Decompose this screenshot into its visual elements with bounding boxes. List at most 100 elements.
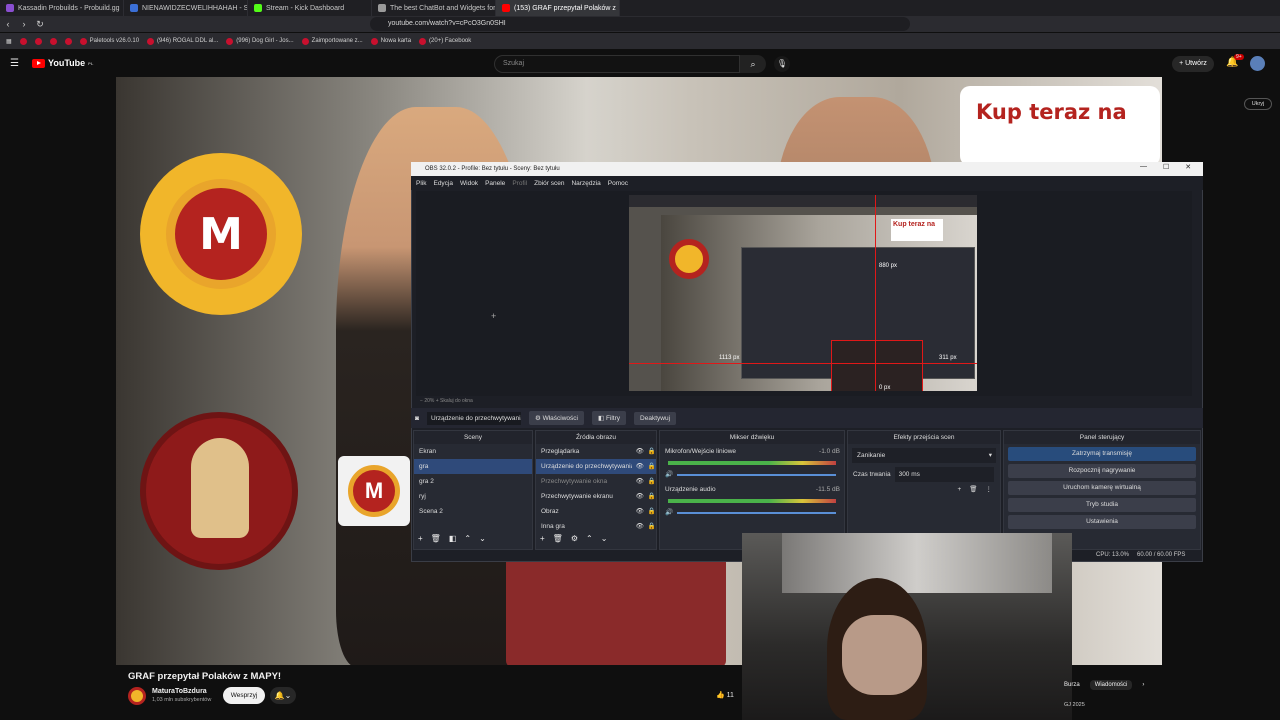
obs-menu-item[interactable]: Profil	[512, 180, 527, 187]
control-button[interactable]: Rozpocznij nagrywanie	[1008, 464, 1196, 478]
support-button[interactable]: Wesprzyj	[223, 687, 265, 704]
hide-button[interactable]: Ukryj	[1244, 98, 1272, 110]
lock-icon[interactable]: 🔒	[648, 489, 656, 504]
source-item[interactable]: Przechwytywanie ekranu 👁 🔒	[536, 489, 656, 504]
bookmark-item[interactable]: (946) ROGAL DDL al...	[147, 37, 218, 45]
properties-button[interactable]: ⚙ Właściwości	[528, 411, 584, 425]
search-button[interactable]: ⌕	[740, 55, 766, 73]
control-button[interactable]: Zatrzymaj transmisję	[1008, 447, 1196, 461]
close-icon[interactable]: ✕	[1185, 163, 1191, 171]
scene-item[interactable]: Scena 2	[414, 504, 532, 519]
bookmark-icon[interactable]	[19, 37, 27, 45]
scene-item[interactable]: ryj	[414, 489, 532, 504]
obs-menu-item[interactable]: Edycja	[433, 180, 453, 187]
bookmark-icon[interactable]	[34, 37, 42, 45]
gear-icon[interactable]: ⚙	[571, 534, 578, 543]
source-item[interactable]: Obraz 👁 🔒	[536, 504, 656, 519]
obs-menu-item[interactable]: Narzędzia	[571, 180, 600, 187]
source-item[interactable]: Przechwytywanie okna 👁 🔒	[536, 474, 656, 489]
lock-icon[interactable]: 🔒	[648, 474, 656, 489]
add-icon[interactable]: +	[957, 482, 961, 497]
lock-icon[interactable]: 🔒	[648, 504, 656, 519]
lock-icon[interactable]: 🔒	[648, 459, 656, 474]
obs-menu-item[interactable]: Zbiór scen	[534, 180, 564, 187]
bookmark-item[interactable]: Paletools v26.0.10	[79, 37, 139, 45]
apps-icon[interactable]: ▦	[6, 38, 12, 45]
channel-name[interactable]: MaturaToBzdura	[152, 688, 207, 695]
filter-icon[interactable]: ◧	[449, 534, 457, 543]
source-item[interactable]: Inna gra 👁 🔒	[536, 519, 656, 534]
up-icon[interactable]: ⌃	[464, 534, 471, 543]
visibility-icon[interactable]: 👁	[636, 504, 644, 519]
down-icon[interactable]: ⌄	[601, 534, 608, 543]
add-icon[interactable]: +	[418, 534, 423, 543]
maximize-icon[interactable]: ☐	[1163, 163, 1169, 171]
bookmark-item[interactable]: Nowa karta	[370, 37, 411, 45]
browser-tab[interactable]: Kassadin Probuilds - Probuild.gg	[0, 0, 124, 16]
lock-icon[interactable]: 🔒	[648, 444, 656, 459]
speaker-icon[interactable]: 🔊	[665, 467, 673, 482]
browser-tab[interactable]: The best ChatBot and Widgets for K	[372, 0, 496, 16]
control-button[interactable]: Ustawienia	[1008, 515, 1196, 529]
visibility-icon[interactable]: 👁	[636, 444, 644, 459]
obs-menu-item[interactable]: Plik	[416, 180, 426, 187]
speaker-icon[interactable]: 🔊	[665, 505, 673, 520]
bookmark-icon[interactable]	[64, 37, 72, 45]
obs-canvas[interactable]: Kup teraz na 880 px 1113 px 311 px 0 px	[629, 195, 977, 391]
back-icon[interactable]: ‹	[0, 19, 16, 29]
scene-item[interactable]: gra 2	[414, 474, 532, 489]
scene-item[interactable]: gra	[414, 459, 532, 474]
browser-tab[interactable]: Stream - Kick Dashboard	[248, 0, 372, 16]
trash-icon[interactable]: 🗑	[431, 534, 441, 543]
browser-tab[interactable]: NIENAWIDZECWELIHHAHAH - Statys	[124, 0, 248, 16]
source-item[interactable]: Przeglądarka 👁 🔒	[536, 444, 656, 459]
control-button[interactable]: Tryb studia	[1008, 498, 1196, 512]
address-bar[interactable]: youtube.com/watch?v=cPcO3Gn0SHI	[370, 17, 910, 31]
menu-icon[interactable]: ☰	[10, 58, 19, 69]
duration-input[interactable]: 300 ms	[894, 467, 994, 482]
zoom-in-icon[interactable]: +	[436, 398, 439, 404]
visibility-icon[interactable]: 👁	[636, 459, 644, 474]
obs-menu-item[interactable]: Pomoc	[608, 180, 628, 187]
source-selector[interactable]: Urządzenie do przechwytywania	[426, 411, 521, 425]
subscribe-bell-button[interactable]: 🔔⌄	[270, 687, 296, 704]
bookmark-item[interactable]: (996) Dog Girl - Jos...	[226, 37, 294, 45]
visibility-icon[interactable]: 👁	[636, 474, 644, 489]
forward-icon[interactable]: ›	[16, 19, 32, 29]
create-button[interactable]: + Utwórz	[1172, 56, 1214, 72]
filters-button[interactable]: ◧ Filtry	[591, 411, 627, 425]
transition-select[interactable]: Zanikanie ▾	[852, 448, 996, 463]
add-icon[interactable]: +	[540, 534, 545, 543]
trash-icon[interactable]: 🗑	[969, 482, 977, 497]
volume-slider[interactable]	[677, 511, 836, 514]
bookmark-item[interactable]: Zaimportowane z...	[301, 37, 363, 45]
visibility-icon[interactable]: 👁	[636, 489, 644, 504]
like-button[interactable]: 👍 11	[716, 688, 742, 704]
voice-search-button[interactable]: 🎙	[774, 56, 790, 72]
channel-avatar[interactable]	[128, 687, 146, 705]
deactivate-button[interactable]: Deaktywuj	[634, 411, 677, 425]
youtube-logo[interactable]: YouTube PL	[32, 58, 93, 68]
minimize-icon[interactable]: —	[1140, 163, 1147, 171]
webcam-source-box[interactable]	[831, 340, 923, 391]
control-button[interactable]: Uruchom kamerę wirtualną	[1008, 481, 1196, 495]
avatar[interactable]	[1250, 56, 1265, 71]
search-input[interactable]: Szukaj	[494, 55, 740, 73]
obs-menu-item[interactable]: Widok	[460, 180, 478, 187]
up-icon[interactable]: ⌃	[586, 534, 593, 543]
zoom-out-icon[interactable]: −	[420, 398, 423, 404]
chevron-right-icon[interactable]: ›	[1142, 682, 1144, 688]
bookmark-icon[interactable]	[49, 37, 57, 45]
trash-icon[interactable]: 🗑	[553, 534, 563, 543]
volume-slider[interactable]	[677, 473, 836, 476]
down-icon[interactable]: ⌄	[479, 534, 486, 543]
lock-icon[interactable]: 🔒	[648, 519, 656, 534]
chip[interactable]: Wiadomości	[1089, 680, 1133, 690]
more-icon[interactable]: ⋮	[986, 482, 993, 497]
scene-item[interactable]: Ekran	[414, 444, 532, 459]
obs-menu-item[interactable]: Panele	[485, 180, 505, 187]
zoom-mode[interactable]: Skaluj do okna	[440, 398, 473, 404]
chip[interactable]: Burza	[1064, 682, 1080, 688]
visibility-icon[interactable]: 👁	[636, 519, 644, 534]
reload-icon[interactable]: ↻	[32, 19, 48, 30]
